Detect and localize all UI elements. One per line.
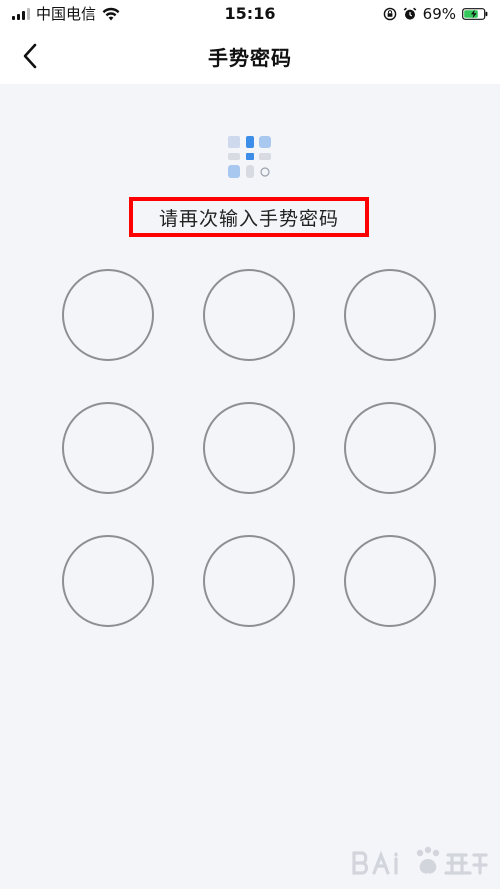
prompt-text: 请再次输入手势密码: [158, 207, 339, 230]
gesture-grid[interactable]: [62, 269, 438, 629]
status-right: 69%: [383, 5, 488, 23]
status-bar: 中国电信 15:16 69%: [0, 0, 500, 28]
gesture-point-6[interactable]: [344, 402, 436, 494]
page-title: 手势密码: [208, 46, 292, 70]
gesture-point-4[interactable]: [62, 402, 154, 494]
nav-header: 手势密码: [0, 28, 500, 84]
alarm-icon: [403, 7, 416, 20]
battery-charging-icon: [462, 8, 488, 20]
gesture-point-5[interactable]: [203, 402, 295, 494]
baidu-jingyan-logo-icon: [352, 846, 488, 875]
gesture-point-8[interactable]: [203, 535, 295, 627]
battery-percent: 69%: [422, 5, 456, 23]
prompt-highlight: 请再次输入手势密码: [129, 197, 369, 237]
gesture-preview-icon: [228, 136, 271, 178]
rotation-lock-icon: [383, 7, 396, 21]
gesture-point-2[interactable]: [203, 269, 295, 361]
gesture-point-9[interactable]: [344, 535, 436, 627]
gesture-point-3[interactable]: [344, 269, 436, 361]
gesture-point-7[interactable]: [62, 535, 154, 627]
gesture-point-1[interactable]: [62, 269, 154, 361]
gesture-content: 请再次输入手势密码: [0, 84, 500, 889]
